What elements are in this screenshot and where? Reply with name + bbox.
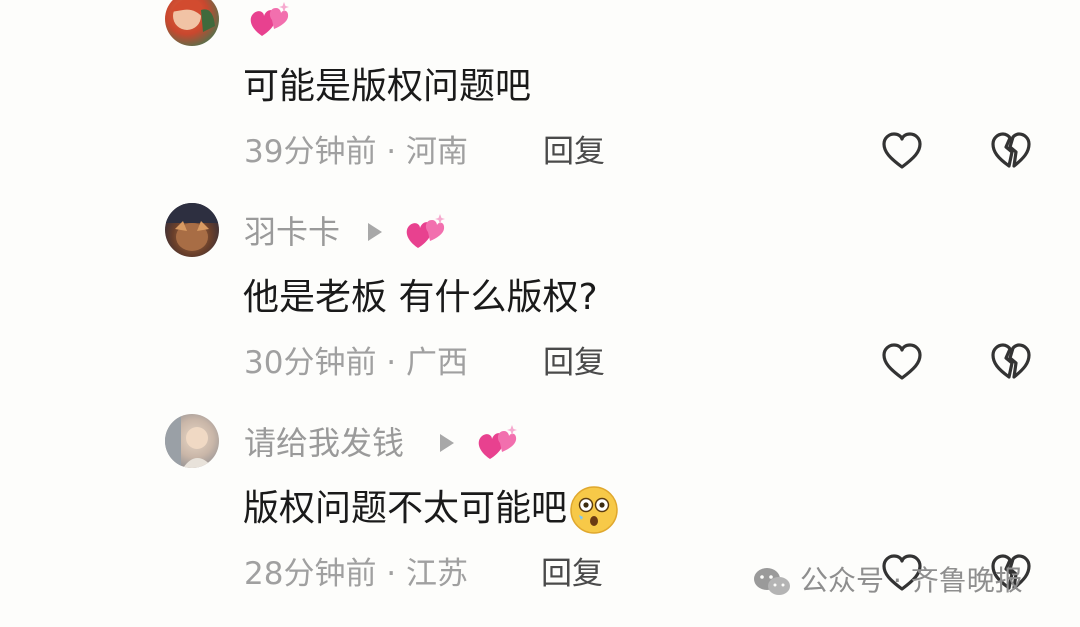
comment-text: 可能是版权问题吧 [243,66,532,107]
reply-button[interactable]: 回复 [541,554,603,594]
comment-meta: 39分钟前 · 河南 [244,134,469,170]
dislike-broken-heart-icon[interactable] [989,130,1033,172]
like-heart-icon[interactable] [880,341,924,383]
reply-button[interactable]: 回复 [543,343,605,383]
avatar[interactable] [165,0,219,46]
like-heart-icon[interactable] [880,130,924,172]
reply-button[interactable]: 回复 [543,132,605,172]
avatar[interactable] [165,203,219,257]
avatar[interactable] [165,414,219,468]
comment-text-row: 版权问题不太可能吧 [243,485,619,535]
dislike-broken-heart-icon[interactable] [989,341,1033,383]
astonished-emoji-icon [570,486,618,534]
username[interactable]: 请给我发钱 [244,423,404,463]
sparkling-heart-icon [406,214,445,248]
comment-meta: 28分钟前 · 江苏 [244,556,469,592]
comment-meta: 30分钟前 · 广西 [244,345,469,381]
comment-text: 他是老板 有什么版权? [243,277,598,318]
comment-text: 版权问题不太可能吧 [243,488,568,529]
wechat-icon [754,568,790,595]
play-arrow-icon [368,223,382,241]
sparkling-heart-icon [250,2,289,36]
sparkling-heart-icon [478,425,517,459]
play-arrow-icon [440,434,454,452]
username[interactable]: 羽卡卡 [244,212,340,252]
watermark-text: 公众号 · 齐鲁晚报 [800,564,1023,597]
